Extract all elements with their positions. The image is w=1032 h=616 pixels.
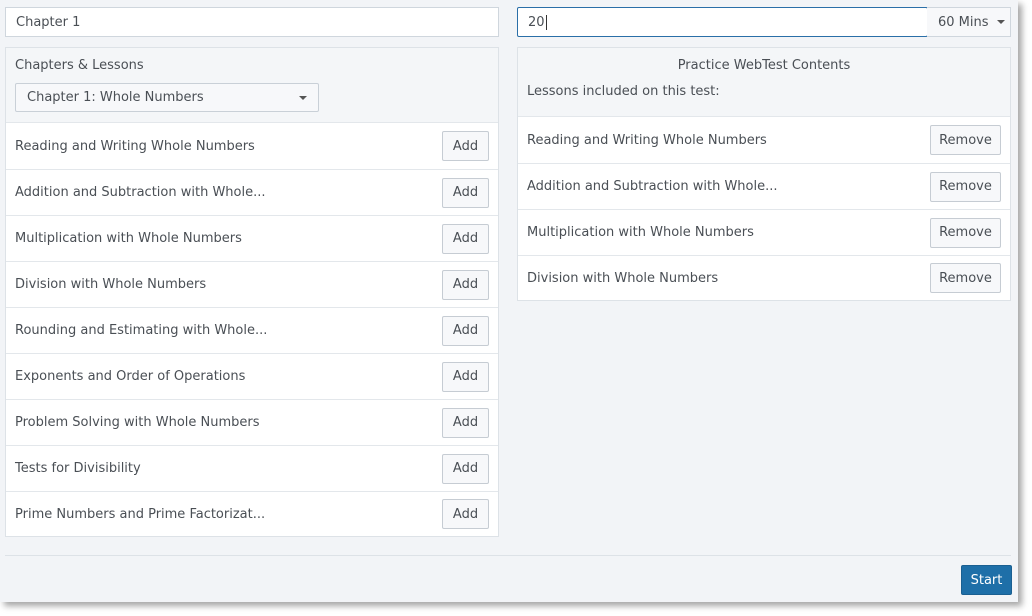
chapter-select[interactable]: Chapter 1: Whole Numbers	[15, 83, 319, 112]
selected-lesson-label: Addition and Subtraction with Whole...	[527, 179, 778, 194]
lesson-row: Reading and Writing Whole Numbers Add	[6, 122, 498, 169]
add-lesson-button[interactable]: Add	[442, 453, 489, 484]
selected-lesson-row: Multiplication with Whole Numbers Remove	[518, 209, 1010, 255]
question-count-input[interactable]: 20	[517, 7, 928, 37]
practice-webtest-contents-panel: Practice WebTest Contents Lessons includ…	[517, 47, 1011, 301]
selected-lesson-label: Multiplication with Whole Numbers	[527, 225, 754, 240]
selected-lesson-label: Reading and Writing Whole Numbers	[527, 132, 767, 148]
remove-lesson-button[interactable]: Remove	[930, 217, 1001, 248]
selected-lesson-row: Reading and Writing Whole Numbers Remove	[518, 116, 1010, 163]
lesson-row: Prime Numbers and Prime Factorizat... Ad…	[6, 491, 498, 536]
duration-label: 60 Mins	[938, 14, 989, 30]
practice-webtest-title: Practice WebTest Contents	[677, 58, 851, 73]
lesson-label: Reading and Writing Whole Numbers	[15, 138, 255, 154]
lessons-included-label: Lessons included on this test:	[527, 84, 720, 99]
lesson-label: Multiplication with Whole Numbers	[15, 231, 242, 246]
add-lesson-button[interactable]: Add	[442, 269, 489, 300]
lesson-row: Multiplication with Whole Numbers Add	[6, 215, 498, 261]
lesson-row: Division with Whole Numbers Add	[6, 261, 498, 307]
question-count-value: 20	[528, 14, 545, 30]
add-lesson-button[interactable]: Add	[442, 315, 489, 346]
practice-webtest-window: Chapter 1 20 60 Mins Chapters & Lessons …	[0, 0, 1018, 602]
duration-dropdown[interactable]: 60 Mins	[927, 7, 1011, 37]
lesson-row: Tests for Divisibility Add	[6, 445, 498, 491]
remove-lesson-button[interactable]: Remove	[930, 263, 1001, 293]
add-lesson-button[interactable]: Add	[442, 131, 489, 161]
add-lesson-button[interactable]: Add	[442, 407, 489, 438]
add-lesson-button[interactable]: Add	[442, 361, 489, 392]
lesson-label: Prime Numbers and Prime Factorizat...	[15, 506, 266, 522]
add-lesson-button[interactable]: Add	[442, 223, 489, 254]
footer-divider	[5, 555, 1011, 556]
lesson-label: Rounding and Estimating with Whole...	[15, 323, 268, 338]
selected-lesson-label: Division with Whole Numbers	[527, 270, 719, 286]
start-button[interactable]: Start	[961, 565, 1012, 595]
remove-lesson-button[interactable]: Remove	[930, 125, 1001, 155]
chapters-lessons-title: Chapters & Lessons	[15, 58, 144, 73]
lesson-label: Tests for Divisibility	[15, 461, 141, 476]
lesson-row: Problem Solving with Whole Numbers Add	[6, 399, 498, 445]
add-lesson-button[interactable]: Add	[442, 177, 489, 208]
add-lesson-button[interactable]: Add	[442, 499, 489, 529]
test-name-input[interactable]: Chapter 1	[5, 7, 499, 37]
lesson-row: Addition and Subtraction with Whole... A…	[6, 169, 498, 215]
chevron-down-icon	[299, 96, 307, 100]
chapters-lessons-panel: Chapters & Lessons Chapter 1: Whole Numb…	[5, 47, 499, 537]
lesson-label: Exponents and Order of Operations	[15, 369, 246, 384]
lesson-label: Division with Whole Numbers	[15, 277, 207, 292]
remove-lesson-button[interactable]: Remove	[930, 171, 1001, 202]
text-cursor	[545, 14, 547, 30]
selected-lesson-row: Addition and Subtraction with Whole... R…	[518, 163, 1010, 209]
lesson-label: Addition and Subtraction with Whole...	[15, 185, 266, 200]
lesson-row: Rounding and Estimating with Whole... Ad…	[6, 307, 498, 353]
chapter-select-value: Chapter 1: Whole Numbers	[27, 90, 204, 105]
test-name-value: Chapter 1	[16, 14, 81, 30]
chevron-down-icon	[996, 20, 1005, 24]
selected-lesson-row: Division with Whole Numbers Remove	[518, 255, 1010, 300]
lesson-label: Problem Solving with Whole Numbers	[15, 415, 260, 430]
lesson-row: Exponents and Order of Operations Add	[6, 353, 498, 399]
